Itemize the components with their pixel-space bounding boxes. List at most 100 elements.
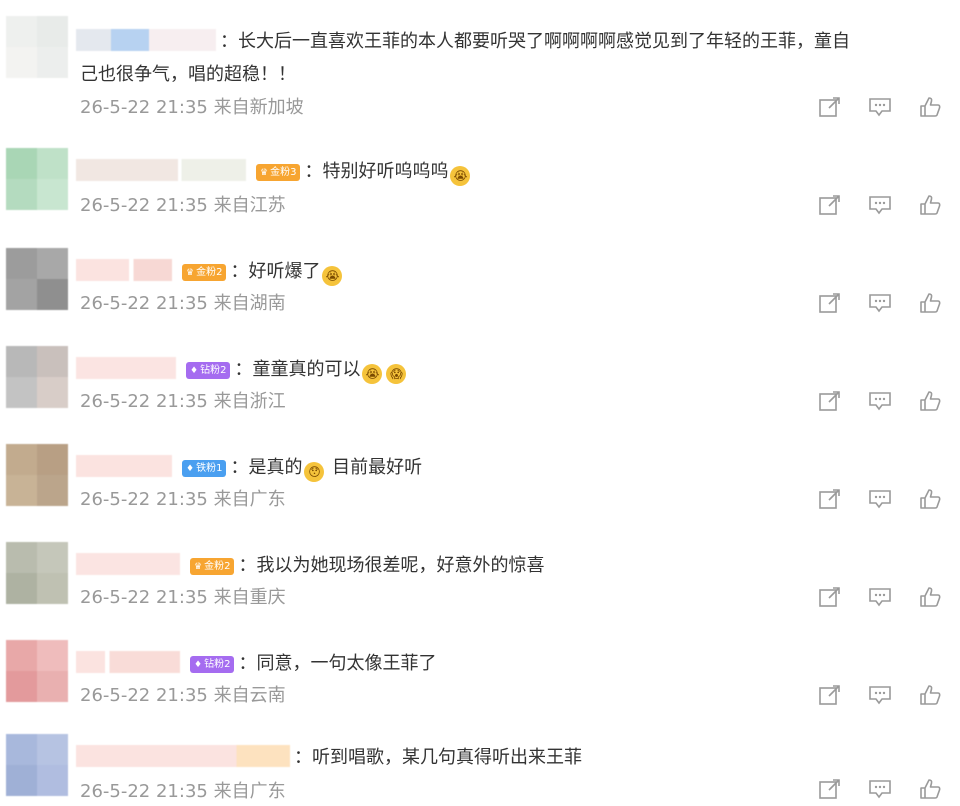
comment-item: ：长大后一直喜欢王菲的本人都要听哭了啊啊啊啊感觉见到了年轻的王菲，童自 己也很争… — [0, 0, 960, 130]
comment-text: ：同意，一句太像王菲了 — [238, 653, 437, 674]
share-icon[interactable] — [818, 684, 842, 706]
share-icon[interactable] — [818, 778, 842, 800]
avatar[interactable] — [6, 248, 68, 310]
crying-emoji-icon: 😭 — [322, 266, 343, 286]
surprised-emoji-icon: 😯 — [304, 462, 325, 482]
comment-text: ：童童真的可以 — [234, 359, 361, 380]
diamond-icon: ♦ — [186, 464, 195, 474]
comment-actions — [818, 488, 942, 510]
share-icon[interactable] — [818, 194, 842, 216]
comment-text: ：长大后一直喜欢王菲的本人都要听哭了啊啊啊啊感觉见到了年轻的王菲，童自 — [220, 31, 850, 52]
comment-actions — [818, 684, 942, 706]
comment-actions — [818, 390, 942, 412]
fan-badge[interactable]: ♦ 钻粉2 — [186, 362, 231, 379]
comment-text: ：我以为她现场很差呢，好意外的惊喜 — [238, 555, 545, 576]
comment-content: ♦ 钻粉2 ：童童真的可以 😭 😱 — [76, 352, 936, 388]
crown-icon: ♛ — [186, 268, 195, 278]
comment-text: ：听到唱歌，某几句真得听出来王菲 — [294, 747, 582, 768]
fan-badge[interactable]: ♛ 金粉3 — [256, 164, 301, 181]
fan-badge[interactable]: ♦ 钻粉2 — [190, 656, 235, 673]
comment-icon[interactable] — [868, 684, 892, 706]
avatar[interactable] — [6, 734, 68, 796]
username[interactable] — [76, 455, 172, 477]
comment-icon[interactable] — [868, 194, 892, 216]
fan-badge[interactable]: ♛ 金粉2 — [182, 264, 227, 281]
comment-meta: 26-5-22 21:35 来自新加坡 — [80, 97, 304, 118]
diamond-icon: ♦ — [194, 660, 203, 670]
comment-actions — [818, 586, 942, 608]
username[interactable] — [76, 159, 246, 181]
username[interactable] — [76, 651, 180, 673]
share-icon[interactable] — [818, 488, 842, 510]
comment-content: ♛ 金粉2 ：我以为她现场很差呢，好意外的惊喜 — [76, 548, 936, 584]
like-icon[interactable] — [918, 390, 942, 412]
comment-actions — [818, 194, 942, 216]
like-icon[interactable] — [918, 194, 942, 216]
comment-icon[interactable] — [868, 390, 892, 412]
username[interactable] — [76, 553, 180, 575]
share-icon[interactable] — [818, 292, 842, 314]
avatar[interactable] — [6, 542, 68, 604]
like-icon[interactable] — [918, 292, 942, 314]
avatar[interactable] — [6, 16, 68, 78]
like-icon[interactable] — [918, 488, 942, 510]
comment-content: ♦ 钻粉2 ：同意，一句太像王菲了 — [76, 646, 936, 682]
avatar[interactable] — [6, 346, 68, 408]
fan-badge-label: 铁粉1 — [196, 463, 223, 474]
share-icon[interactable] — [818, 96, 842, 118]
fan-badge-label: 金粉2 — [196, 267, 223, 278]
crown-icon: ♛ — [260, 168, 269, 178]
avatar[interactable] — [6, 148, 68, 210]
username[interactable] — [76, 259, 172, 281]
comment-meta: 26-5-22 21:35 来自江苏 — [80, 195, 286, 216]
comment-item: ♦ 钻粉2 ：童童真的可以 😭 😱 26-5-22 21:35 来自浙江 — [0, 338, 960, 428]
comment-icon[interactable] — [868, 778, 892, 800]
comment-icon[interactable] — [868, 96, 892, 118]
like-icon[interactable] — [918, 778, 942, 800]
comment-item: ♛ 金粉3 ：特别好听呜呜呜 😭 26-5-22 21:35 来自江苏 — [0, 140, 960, 230]
comment-item: ♦ 钻粉2 ：同意，一句太像王菲了 26-5-22 21:35 来自云南 — [0, 632, 960, 722]
comment-meta: 26-5-22 21:35 来自广东 — [80, 489, 286, 510]
fan-badge[interactable]: ♦ 铁粉1 — [182, 460, 227, 477]
comment-meta: 26-5-22 21:35 来自广东 — [80, 781, 286, 802]
comment-icon[interactable] — [868, 586, 892, 608]
share-icon[interactable] — [818, 390, 842, 412]
crown-icon: ♛ — [194, 562, 203, 572]
fan-badge-label: 钻粉2 — [204, 659, 231, 670]
comment-text: ：是真的 — [230, 457, 303, 478]
comment-text-continued: 己也很争气，唱的超稳！！ — [80, 64, 296, 85]
crying-emoji-icon: 😭 — [362, 364, 383, 384]
comment-item: ♦ 铁粉1 ：是真的 😯 目前最好听 26-5-22 21:35 来自广东 — [0, 436, 960, 526]
share-icon[interactable] — [818, 586, 842, 608]
comment-content: ♛ 金粉3 ：特别好听呜呜呜 😭 — [76, 154, 936, 190]
username[interactable] — [76, 29, 216, 51]
comment-item: ：听到唱歌，某几句真得听出来王菲 26-5-22 21:35 来自广东 — [0, 728, 960, 806]
like-icon[interactable] — [918, 586, 942, 608]
fan-badge-label: 钻粉2 — [200, 365, 227, 376]
comment-icon[interactable] — [868, 488, 892, 510]
comment-content: ：长大后一直喜欢王菲的本人都要听哭了啊啊啊啊感觉见到了年轻的王菲，童自 — [76, 24, 936, 60]
comment-content: ：听到唱歌，某几句真得听出来王菲 — [76, 740, 936, 776]
comment-icon[interactable] — [868, 292, 892, 314]
fan-badge[interactable]: ♛ 金粉2 — [190, 558, 235, 575]
fan-badge-label: 金粉2 — [204, 561, 231, 572]
username[interactable] — [76, 745, 290, 767]
comment-text: ：好听爆了 — [230, 261, 321, 282]
comment-meta: 26-5-22 21:35 来自云南 — [80, 685, 286, 706]
username[interactable] — [76, 357, 176, 379]
comment-item: ♛ 金粉2 ：我以为她现场很差呢，好意外的惊喜 26-5-22 21:35 来自重庆 — [0, 534, 960, 624]
shocked-emoji-icon: 😱 — [386, 364, 407, 384]
comment-meta: 26-5-22 21:35 来自湖南 — [80, 293, 286, 314]
comment-text-after: 目前最好听 — [326, 457, 423, 478]
avatar[interactable] — [6, 640, 68, 702]
comment-actions — [818, 778, 942, 800]
comment-meta: 26-5-22 21:35 来自浙江 — [80, 391, 286, 412]
like-icon[interactable] — [918, 96, 942, 118]
avatar[interactable] — [6, 444, 68, 506]
diamond-icon: ♦ — [190, 366, 199, 376]
comment-item: ♛ 金粉2 ：好听爆了 😭 26-5-22 21:35 来自湖南 — [0, 240, 960, 330]
fan-badge-label: 金粉3 — [270, 167, 297, 178]
comment-content: ♛ 金粉2 ：好听爆了 😭 — [76, 254, 936, 290]
comment-meta: 26-5-22 21:35 来自重庆 — [80, 587, 286, 608]
like-icon[interactable] — [918, 684, 942, 706]
